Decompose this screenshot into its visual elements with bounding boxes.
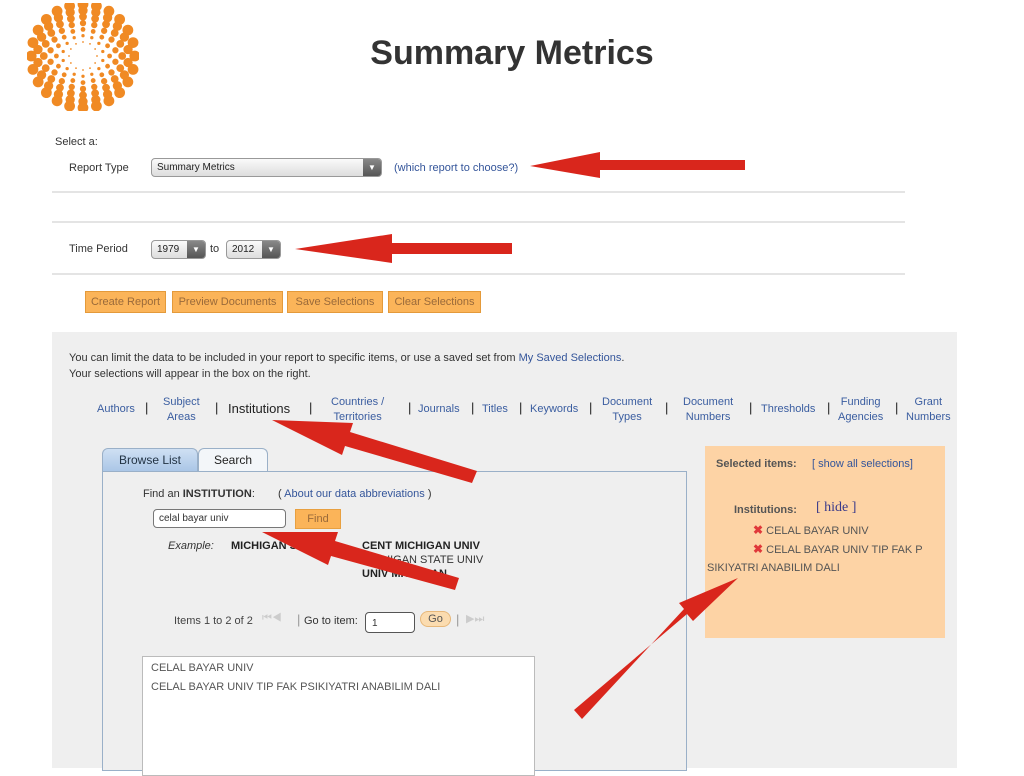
arrow-icon <box>272 420 477 483</box>
arrow-icon <box>295 234 512 263</box>
arrow-icon <box>262 532 459 590</box>
annotation-arrows <box>262 152 745 719</box>
arrow-icon <box>530 152 745 178</box>
arrow-icon <box>574 578 738 719</box>
